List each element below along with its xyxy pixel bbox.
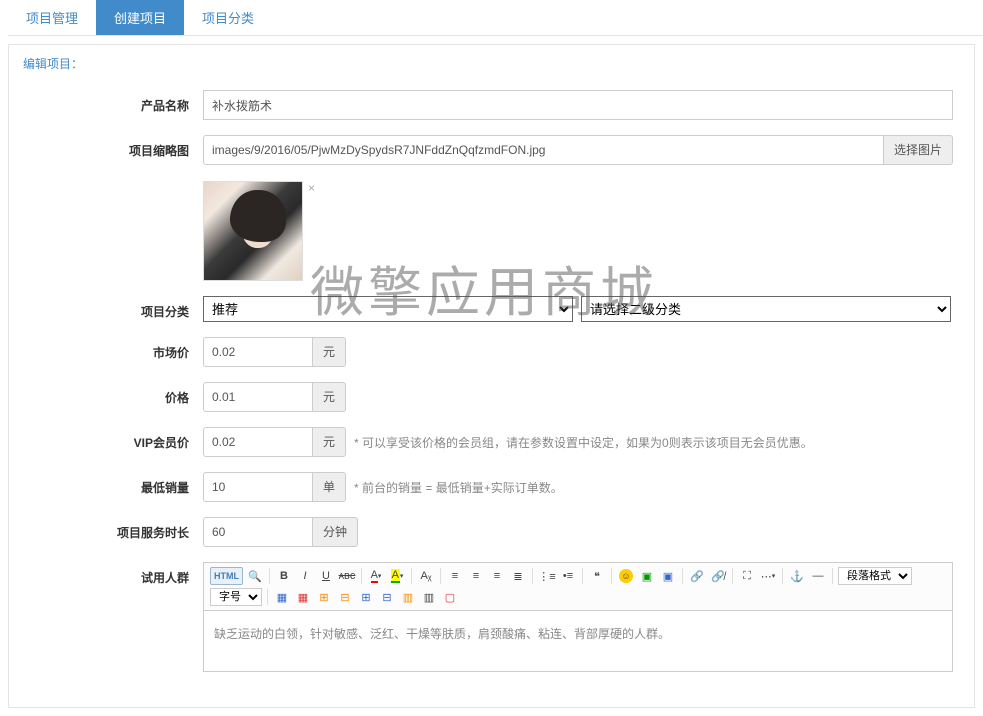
choose-image-button[interactable]: 选择图片 bbox=[884, 135, 953, 165]
preview-icon[interactable]: 🔍 bbox=[246, 567, 264, 585]
thumbnail-remove-icon[interactable]: × bbox=[308, 181, 315, 195]
edit-panel: 编辑项目： 产品名称 项目缩略图 选择图片 × bbox=[8, 44, 975, 708]
italic-icon[interactable]: I bbox=[296, 567, 314, 585]
table-row-insert-icon[interactable]: ⊞ bbox=[315, 588, 333, 606]
unit-yuan: 元 bbox=[313, 427, 346, 457]
strike-icon[interactable]: ᴀʙᴄ bbox=[338, 567, 356, 585]
blockquote-icon[interactable]: ❝ bbox=[588, 567, 606, 585]
hr-icon[interactable]: — bbox=[809, 567, 827, 585]
font-color-icon[interactable]: A▾ bbox=[367, 567, 385, 585]
unit-minute: 分钟 bbox=[313, 517, 358, 547]
product-name-input[interactable] bbox=[203, 90, 953, 120]
panel-title: 编辑项目： bbox=[23, 55, 960, 72]
label-category: 项目分类 bbox=[23, 296, 203, 320]
align-right-icon[interactable]: ≡ bbox=[488, 567, 506, 585]
label-audience: 试用人群 bbox=[23, 562, 203, 586]
category-primary-select[interactable]: 推荐 bbox=[203, 296, 573, 322]
vip-price-input[interactable] bbox=[203, 427, 313, 457]
price-input[interactable] bbox=[203, 382, 313, 412]
thumbnail-preview bbox=[203, 181, 303, 281]
label-thumbnail: 项目缩略图 bbox=[23, 135, 203, 159]
label-market-price: 市场价 bbox=[23, 337, 203, 361]
duration-input[interactable] bbox=[203, 517, 313, 547]
label-min-sales: 最低销量 bbox=[23, 472, 203, 496]
fontsize-dropdown[interactable]: 字号 bbox=[210, 588, 262, 606]
table-cell-delete-icon[interactable]: ▢ bbox=[441, 588, 459, 606]
html-source-icon[interactable]: HTML bbox=[210, 567, 243, 585]
tab-project-category[interactable]: 项目分类 bbox=[184, 0, 272, 35]
link-icon[interactable]: 🔗 bbox=[688, 567, 706, 585]
tab-nav: 项目管理 创建项目 项目分类 bbox=[8, 0, 983, 36]
unit-yuan: 元 bbox=[313, 382, 346, 412]
table-col-insert-icon[interactable]: ⊞ bbox=[357, 588, 375, 606]
richtext-editor: HTML 🔍 B I U ᴀʙᴄ A▾ A▾ Aᵪ ≡ bbox=[203, 562, 953, 672]
emoji-icon[interactable]: ☺ bbox=[617, 567, 635, 585]
tab-create-project[interactable]: 创建项目 bbox=[96, 0, 184, 35]
anchor-icon[interactable]: ⚓ bbox=[788, 567, 806, 585]
bold-icon[interactable]: B bbox=[275, 567, 293, 585]
table-delete-icon[interactable]: ▦ bbox=[294, 588, 312, 606]
align-left-icon[interactable]: ≡ bbox=[446, 567, 464, 585]
more-icon[interactable]: ⋯▾ bbox=[759, 567, 777, 585]
ordered-list-icon[interactable]: ⋮≡ bbox=[538, 567, 556, 585]
min-sales-input[interactable] bbox=[203, 472, 313, 502]
align-justify-icon[interactable]: ≣ bbox=[509, 567, 527, 585]
label-vip-price: VIP会员价 bbox=[23, 427, 203, 451]
market-price-input[interactable] bbox=[203, 337, 313, 367]
label-product-name: 产品名称 bbox=[23, 90, 203, 114]
vip-price-hint: * 可以享受该价格的会员组，请在参数设置中设定，如果为0则表示该项目无会员优惠。 bbox=[354, 434, 813, 451]
table-split-icon[interactable]: ▥ bbox=[420, 588, 438, 606]
unordered-list-icon[interactable]: •≡ bbox=[559, 567, 577, 585]
underline-icon[interactable]: U bbox=[317, 567, 335, 585]
bg-color-icon[interactable]: A▾ bbox=[388, 567, 406, 585]
table-merge-icon[interactable]: ▥ bbox=[399, 588, 417, 606]
clear-format-icon[interactable]: Aᵪ bbox=[417, 567, 435, 585]
editor-toolbar: HTML 🔍 B I U ᴀʙᴄ A▾ A▾ Aᵪ ≡ bbox=[204, 563, 952, 611]
unlink-icon[interactable]: 🔗̸ bbox=[709, 567, 727, 585]
unit-yuan: 元 bbox=[313, 337, 346, 367]
category-secondary-select[interactable]: 请选择二级分类 bbox=[581, 296, 951, 322]
multi-image-icon[interactable]: ▣ bbox=[659, 567, 677, 585]
align-center-icon[interactable]: ≡ bbox=[467, 567, 485, 585]
editor-content[interactable]: 缺乏运动的白领，针对敏感、泛红、干燥等肤质，肩颈酸痛、粘连、背部厚硬的人群。 bbox=[204, 611, 952, 671]
format-dropdown[interactable]: 段落格式 bbox=[838, 567, 912, 585]
image-icon[interactable]: ▣ bbox=[638, 567, 656, 585]
unit-dan: 单 bbox=[313, 472, 346, 502]
min-sales-hint: * 前台的销量 = 最低销量+实际订单数。 bbox=[354, 479, 563, 496]
table-icon[interactable]: ▦ bbox=[273, 588, 291, 606]
tab-project-manage[interactable]: 项目管理 bbox=[8, 0, 96, 35]
table-col-delete-icon[interactable]: ⊟ bbox=[378, 588, 396, 606]
label-duration: 项目服务时长 bbox=[23, 517, 203, 541]
fullscreen-icon[interactable]: ⛶ bbox=[738, 567, 756, 585]
thumbnail-path-input[interactable] bbox=[203, 135, 884, 165]
label-price: 价格 bbox=[23, 382, 203, 406]
table-row-delete-icon[interactable]: ⊟ bbox=[336, 588, 354, 606]
